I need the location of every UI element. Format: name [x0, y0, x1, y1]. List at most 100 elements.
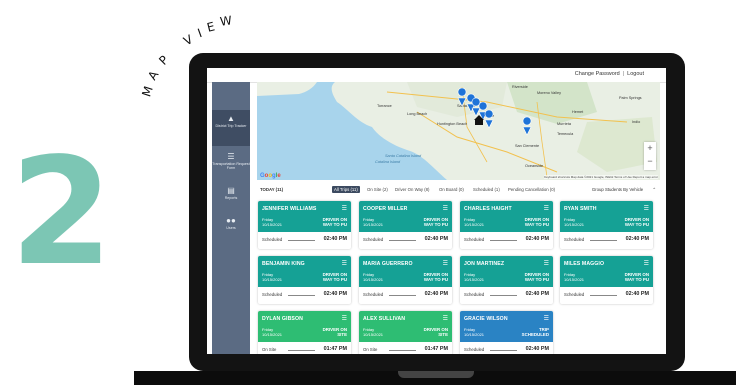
sidebar-item-users[interactable]: ●● Users [212, 216, 250, 230]
sidebar-item-label: Transportation Request Form [212, 162, 250, 171]
trip-card[interactable]: MILES MAGGIO ☰ Friday 10/15/2021 DRIVER … [560, 256, 653, 304]
sidebar-item-label: District Trip Tracker [215, 124, 247, 128]
map-attribution[interactable]: Keyboard shortcuts Map data ©2021 Google… [544, 175, 658, 179]
zoom-in-button[interactable]: + [644, 142, 656, 155]
trip-card-footer: Scheduled 02:40 PM [560, 287, 653, 304]
tab-on-board[interactable]: On Board (0) [437, 186, 466, 193]
tab-scheduled[interactable]: Scheduled (1) [471, 186, 502, 193]
menu-icon[interactable]: ☰ [544, 205, 549, 212]
student-name: DYLAN GIBSON [262, 316, 303, 322]
tab-all-trips[interactable]: All Trips (11) [332, 186, 360, 193]
menu-icon[interactable]: ☰ [644, 260, 649, 267]
trip-time: 02:40 PM [625, 236, 649, 242]
bus-marker-icon[interactable] [484, 109, 494, 129]
divider [389, 295, 416, 296]
trip-map[interactable]: Riverside Moreno Valley Santa Ana Long B… [257, 82, 660, 180]
trip-card[interactable]: MARIA GUERRERO ☰ Friday 10/15/2021 DRIVE… [359, 256, 452, 304]
student-name: JON MARTINEZ [464, 261, 505, 267]
logout-link[interactable]: Logout [627, 71, 644, 77]
menu-icon[interactable]: ☰ [443, 205, 448, 212]
menu-icon[interactable]: ☰ [443, 260, 448, 267]
trip-card[interactable]: RYAN SMITH ☰ Friday 10/15/2021 DRIVER ON… [560, 201, 653, 249]
trip-time: 01:47 PM [323, 346, 347, 352]
time-label: Scheduled [564, 237, 585, 242]
menu-icon[interactable]: ☰ [342, 205, 347, 212]
tab-driver-on-way[interactable]: Driver On Way (8) [393, 186, 431, 193]
trip-date: 10/15/2021 [464, 332, 485, 337]
sidebar: ▲ District Trip Tracker ☰ Transportation… [212, 82, 250, 354]
student-name: COOPER MILLER [363, 206, 408, 212]
trip-card-header: MARIA GUERRERO ☰ Friday 10/15/2021 DRIVE… [359, 256, 452, 287]
menu-icon[interactable]: ☰ [443, 315, 448, 322]
trip-time: 02:40 PM [525, 236, 549, 242]
student-name: RYAN SMITH [564, 206, 597, 212]
time-label: On Site [363, 347, 378, 352]
divider [590, 295, 617, 296]
trip-status-line2: WAY TO PU [423, 277, 448, 282]
menu-icon[interactable]: ☰ [644, 205, 649, 212]
trip-card[interactable]: CHARLES HAIGHT ☰ Friday 10/15/2021 DRIVE… [460, 201, 553, 249]
student-name: MILES MAGGIO [564, 261, 605, 267]
caption-letter: I [195, 25, 205, 41]
trip-date: 10/15/2021 [464, 222, 485, 227]
tab-pending-cancellation[interactable]: Pending Cancellation (0) [506, 186, 557, 193]
google-logo-letter: e [277, 173, 281, 179]
trip-date: 10/15/2021 [262, 277, 283, 282]
trip-card[interactable]: ALEX SULLIVAN ☰ Friday 10/15/2021 DRIVER… [359, 311, 452, 354]
time-label: Scheduled [464, 292, 485, 297]
trip-card[interactable]: GRACIE WILSON ☰ Friday 10/15/2021 TRIP S… [460, 311, 553, 354]
bus-marker-icon[interactable] [457, 87, 467, 107]
trip-status-line2: WAY TO PU [624, 222, 649, 227]
trip-status-line2: SCHEDULED [521, 332, 549, 337]
clipboard-icon: ▤ [227, 186, 235, 195]
trip-status-line2: WAY TO PU [423, 222, 448, 227]
trip-card[interactable]: JON MARTINEZ ☰ Friday 10/15/2021 DRIVER … [460, 256, 553, 304]
trip-card[interactable]: DYLAN GIBSON ☰ Friday 10/15/2021 DRIVER … [258, 311, 351, 354]
trip-card-footer: Scheduled 02:40 PM [460, 232, 553, 249]
time-label: Scheduled [363, 292, 384, 297]
trip-card-header: MILES MAGGIO ☰ Friday 10/15/2021 DRIVER … [560, 256, 653, 287]
trip-status-line2: WAY TO PU [524, 222, 549, 227]
list-icon: ☰ [227, 152, 235, 161]
tab-on-site[interactable]: On Site (2) [365, 186, 390, 193]
trip-card[interactable]: BENJAMIN KING ☰ Friday 10/15/2021 DRIVER… [258, 256, 351, 304]
sidebar-item-request-form[interactable]: ☰ Transportation Request Form [212, 152, 250, 171]
divider [288, 240, 315, 241]
sidebar-item-trip-tracker[interactable]: ▲ District Trip Tracker [212, 110, 250, 146]
trip-card[interactable]: COOPER MILLER ☰ Friday 10/15/2021 DRIVER… [359, 201, 452, 249]
map-zoom-control: + − [644, 142, 656, 170]
trip-card-footer: Scheduled 02:40 PM [460, 287, 553, 304]
trip-card-footer: Scheduled 02:40 PM [560, 232, 653, 249]
caption-letter: V [181, 31, 196, 49]
menu-icon[interactable]: ☰ [342, 315, 347, 322]
trip-filter-bar: TODAY (11) All Trips (11) On Site (2) Dr… [257, 185, 660, 195]
divider [590, 240, 617, 241]
group-by-vehicle-toggle[interactable]: Group Students By Vehicle ⌃ [592, 187, 656, 193]
trip-card-header: GRACIE WILSON ☰ Friday 10/15/2021 TRIP S… [460, 311, 553, 342]
student-name: BENJAMIN KING [262, 261, 305, 267]
laptop-notch [398, 371, 474, 378]
caption-letter: W [219, 13, 234, 29]
menu-icon[interactable]: ☰ [544, 315, 549, 322]
student-name: JENNIFER WILLIAMS [262, 206, 317, 212]
sidebar-item-reports[interactable]: ▤ Reports [212, 186, 250, 200]
today-count-label: TODAY (11) [260, 187, 284, 192]
trip-status-line2: WAY TO PU [322, 222, 347, 227]
trip-card-footer: Scheduled 02:40 PM [258, 232, 351, 249]
menu-icon[interactable]: ☰ [544, 260, 549, 267]
trip-card-footer: Scheduled 02:40 PM [460, 342, 553, 354]
trip-date: 10/15/2021 [262, 222, 283, 227]
divider [288, 350, 315, 351]
student-name: GRACIE WILSON [464, 316, 508, 322]
zoom-out-button[interactable]: − [644, 155, 656, 168]
trip-status-line2: WAY TO PU [524, 277, 549, 282]
menu-icon[interactable]: ☰ [342, 260, 347, 267]
trip-time: 02:40 PM [525, 346, 549, 352]
trip-card[interactable]: JENNIFER WILLIAMS ☰ Friday 10/15/2021 DR… [258, 201, 351, 249]
bus-marker-icon[interactable] [522, 116, 532, 136]
trip-time: 02:40 PM [424, 236, 448, 242]
bus-icon: ▲ [227, 114, 235, 123]
trip-date: 10/15/2021 [564, 277, 585, 282]
change-password-link[interactable]: Change Password [575, 71, 620, 77]
trip-card-footer: Scheduled 02:40 PM [258, 287, 351, 304]
